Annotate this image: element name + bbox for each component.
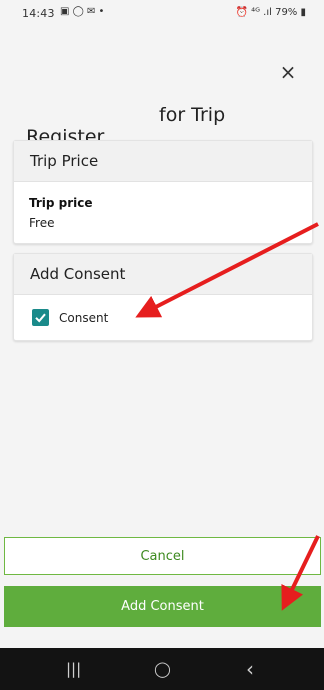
status-bar: 14:43 ▣ ◯ ✉ • ⏰ ⁴ᴳ .ıl 79% ▮ — [0, 0, 324, 28]
status-time: 14:43 — [22, 7, 55, 20]
trip-price-label: Trip price — [29, 196, 93, 210]
close-icon[interactable]: × — [276, 60, 300, 84]
cancel-button[interactable]: Cancel — [4, 537, 321, 575]
status-right-indicators: ⏰ ⁴ᴳ .ıl 79% ▮ — [235, 7, 306, 18]
title-part-trip: for Trip — [159, 104, 226, 126]
home-icon[interactable]: ◯ — [154, 648, 171, 690]
trip-price-value: Free — [29, 216, 55, 230]
back-icon[interactable]: ‹ — [246, 648, 254, 690]
system-nav-bar: ||| ◯ ‹ — [0, 648, 324, 690]
consent-card-header: Add Consent — [14, 254, 312, 295]
consent-checkbox[interactable] — [32, 309, 49, 326]
notification-icons: ▣ ◯ ✉ • — [60, 6, 105, 17]
add-consent-button[interactable]: Add Consent — [4, 586, 321, 627]
recent-apps-icon[interactable]: ||| — [66, 648, 81, 690]
consent-card: Add Consent Consent — [13, 253, 313, 341]
checkmark-icon — [35, 313, 46, 323]
trip-price-card: Trip Price Trip price Free — [13, 140, 313, 244]
consent-checkbox-label[interactable]: Consent — [59, 311, 108, 325]
trip-price-card-header: Trip Price — [14, 141, 312, 182]
